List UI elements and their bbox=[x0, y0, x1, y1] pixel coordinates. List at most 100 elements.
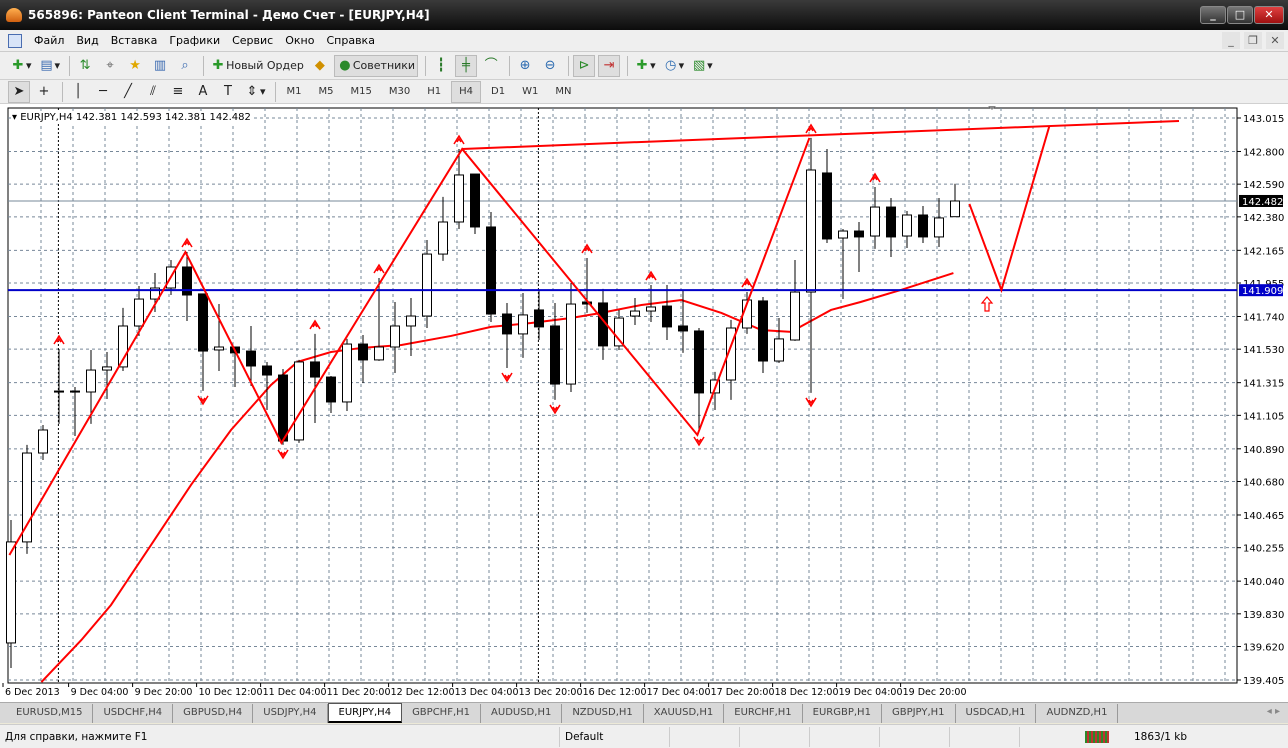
tab-scroll-arrows-icon[interactable]: ◂ ▸ bbox=[1267, 706, 1280, 717]
price-chart[interactable]: 143.015 142.800 142.590 142.380 142.165 141.9… bbox=[0, 104, 1288, 702]
horizontal-line-tool[interactable]: ─ bbox=[92, 81, 114, 103]
menu-view[interactable]: Вид bbox=[70, 34, 104, 47]
zoom-in-icon: ⊕ bbox=[519, 57, 531, 73]
fibo-icon: ≡ bbox=[172, 83, 184, 99]
candle-chart-button[interactable]: ╪ bbox=[455, 54, 478, 77]
close-button[interactable]: ✕ bbox=[1254, 6, 1284, 24]
label-tool[interactable]: T bbox=[217, 81, 239, 103]
fibo-tool[interactable]: ≡ bbox=[167, 81, 189, 103]
x-tick-label: 11 Dec 04:00 bbox=[263, 687, 327, 698]
plot-area bbox=[7, 107, 1238, 684]
periods-button[interactable]: ◷ ▾ bbox=[661, 55, 687, 77]
timeframe-m30[interactable]: M30 bbox=[382, 81, 417, 103]
candle-body bbox=[294, 361, 304, 441]
chart-tab[interactable]: XAUUSD,H1 bbox=[644, 704, 725, 723]
experts-button[interactable]: ● Советники bbox=[333, 54, 419, 77]
chart-tab[interactable]: EURGBP,H1 bbox=[803, 704, 882, 723]
crosshair-icon: ⌖ bbox=[106, 57, 114, 73]
new-chart-button[interactable]: ✚ ▾ bbox=[8, 55, 34, 77]
chart-tab[interactable]: EURJPY,H4 bbox=[327, 703, 403, 723]
alert-button[interactable]: ◆ bbox=[309, 55, 331, 77]
chart-tab[interactable]: GBPJPY,H1 bbox=[882, 704, 956, 723]
connection-indicator[interactable] bbox=[1080, 727, 1120, 747]
tester-button[interactable]: ⌕ bbox=[174, 55, 196, 77]
candle-body bbox=[870, 206, 880, 237]
legend-dropdown-icon[interactable]: ▾ bbox=[12, 112, 17, 123]
timeframe-h1[interactable]: H1 bbox=[420, 81, 448, 103]
timeframe-w1[interactable]: W1 bbox=[515, 81, 545, 103]
chart-window[interactable]: 143.015 142.800 142.590 142.380 142.165 141.9… bbox=[0, 104, 1288, 702]
minimize-button[interactable]: _ bbox=[1200, 6, 1226, 24]
status-empty bbox=[1020, 727, 1080, 747]
chart-window-icon[interactable] bbox=[8, 33, 22, 48]
mdi-restore-button[interactable]: ❐ bbox=[1244, 32, 1262, 49]
timeframe-label: M1 bbox=[286, 86, 302, 97]
crosshair-tool[interactable]: + bbox=[33, 81, 55, 103]
x-tick-label: 19 Dec 20:00 bbox=[903, 687, 967, 698]
mdi-minimize-button[interactable]: _ bbox=[1222, 32, 1240, 49]
chart-tab[interactable]: EURCHF,H1 bbox=[724, 704, 803, 723]
standard-toolbar: ✚ ▾ ▤ ▾ ⇅ ⌖ ★ ▥ ⌕ ✚ Новый Ордер ◆ ● Советник… bbox=[0, 52, 1288, 127]
line-chart-button[interactable]: ⌒ bbox=[480, 55, 502, 77]
navigator-button[interactable]: ★ bbox=[124, 55, 146, 77]
new-order-button[interactable]: ✚ Новый Ордер bbox=[208, 55, 306, 77]
chart-tab[interactable]: GBPCHF,H1 bbox=[402, 704, 482, 723]
menu-charts[interactable]: Графики bbox=[163, 34, 226, 47]
candle-body bbox=[518, 314, 528, 335]
arrows-tool[interactable]: ⇕ ▾ bbox=[242, 81, 268, 103]
y-tick-label: 140.255 bbox=[1243, 544, 1284, 555]
timeframe-m15[interactable]: M15 bbox=[344, 81, 379, 103]
timeframe-d1[interactable]: D1 bbox=[484, 81, 512, 103]
candle-body bbox=[406, 315, 416, 327]
chart-tab[interactable]: AUDUSD,H1 bbox=[481, 704, 563, 723]
chart-tab[interactable]: AUDNZD,H1 bbox=[1036, 704, 1119, 723]
menu-help[interactable]: Справка bbox=[320, 34, 380, 47]
zoom-in-button[interactable]: ⊕ bbox=[514, 55, 536, 77]
y-tick-label: 139.405 bbox=[1243, 676, 1284, 687]
templates-button[interactable]: ▧ ▾ bbox=[689, 55, 715, 77]
menu-file[interactable]: Файл bbox=[28, 34, 70, 47]
candle-body bbox=[886, 206, 896, 238]
chart-tab[interactable]: USDCHF,H4 bbox=[93, 704, 174, 723]
experts-icon: ● bbox=[339, 57, 351, 73]
cursor-tool[interactable]: ➤ bbox=[8, 80, 30, 103]
timeframe-mn[interactable]: MN bbox=[548, 81, 578, 103]
chart-tab[interactable]: GBPUSD,H4 bbox=[173, 704, 254, 723]
chart-tab[interactable]: USDCAD,H1 bbox=[956, 704, 1037, 723]
star-folder-icon: ★ bbox=[129, 57, 141, 73]
indicators-button[interactable]: ✚ ▾ bbox=[632, 55, 658, 77]
text-tool[interactable]: A bbox=[192, 81, 214, 103]
autoscroll-button[interactable]: ⊳ bbox=[573, 54, 596, 77]
timeframe-m1[interactable]: M1 bbox=[280, 81, 309, 103]
status-bar: Для справки, нажмите F1 Default 1863/1 k… bbox=[0, 724, 1288, 748]
candle-body bbox=[198, 293, 208, 352]
menu-window[interactable]: Окно bbox=[279, 34, 320, 47]
timeframe-m5[interactable]: M5 bbox=[312, 81, 341, 103]
horizontal-line-icon: ─ bbox=[99, 83, 107, 99]
trendline-tool[interactable]: ╱ bbox=[117, 81, 139, 103]
channel-tool[interactable]: ⫽ bbox=[142, 81, 164, 103]
chart-tab[interactable]: NZDUSD,H1 bbox=[562, 704, 644, 723]
bar-chart-button[interactable]: ┇ bbox=[430, 55, 452, 77]
menu-insert[interactable]: Вставка bbox=[105, 34, 164, 47]
candle-body bbox=[6, 541, 16, 644]
market-watch-button[interactable]: ⇅ bbox=[74, 55, 96, 77]
zoom-out-button[interactable]: ⊖ bbox=[539, 55, 561, 77]
y-tick-label: 140.465 bbox=[1243, 511, 1284, 522]
vertical-line-tool[interactable]: │ bbox=[67, 81, 89, 103]
mdi-close-button[interactable]: ✕ bbox=[1266, 32, 1284, 49]
candle-body bbox=[790, 291, 800, 341]
crosshair-icon: + bbox=[38, 83, 50, 99]
line-chart-icon: ⌒ bbox=[484, 57, 498, 73]
menu-tools[interactable]: Сервис bbox=[226, 34, 279, 47]
chart-tab[interactable]: EURUSD,M15 bbox=[6, 704, 94, 723]
chart-tab[interactable]: USDJPY,H4 bbox=[253, 704, 328, 723]
chart-shift-button[interactable]: ⇥ bbox=[598, 54, 621, 77]
data-window-button[interactable]: ⌖ bbox=[99, 55, 121, 77]
timeframe-h4[interactable]: H4 bbox=[451, 80, 482, 103]
x-tick-label: 9 Dec 20:00 bbox=[135, 687, 193, 698]
profiles-button[interactable]: ▤ ▾ bbox=[37, 55, 63, 77]
timeframe-label: W1 bbox=[522, 86, 539, 97]
terminal-button[interactable]: ▥ bbox=[149, 55, 171, 77]
maximize-button[interactable]: □ bbox=[1227, 6, 1253, 24]
